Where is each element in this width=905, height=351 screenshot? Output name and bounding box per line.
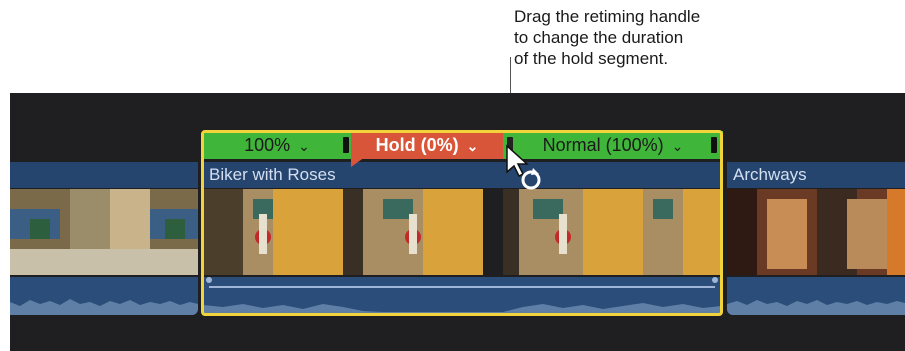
hold-marker-notch (351, 157, 365, 167)
callout-text: Drag the retiming handle to change the d… (514, 6, 774, 69)
main-audio-waveform (203, 277, 721, 315)
retime-cursor-icon (506, 144, 541, 190)
main-clip-title: Biker with Roses (209, 165, 336, 184)
left-clip-filmstrip[interactable] (10, 189, 198, 275)
right-audio-waveform (727, 300, 905, 315)
retime-handle[interactable] (343, 137, 349, 153)
left-clip-thumbnails (10, 189, 198, 275)
chevron-down-icon[interactable]: ⌄ (298, 132, 310, 160)
left-clip-header[interactable] (10, 162, 198, 188)
main-clip-header[interactable]: Biker with Roses (203, 162, 721, 188)
callout-line-2: to change the duration (514, 28, 684, 47)
chevron-down-icon[interactable]: ⌄ (467, 132, 479, 160)
retime-segment-100-label: 100% (244, 135, 291, 155)
right-clip-header[interactable]: Archways (727, 162, 905, 188)
callout-line-3: of the hold segment. (514, 49, 669, 68)
retime-bar[interactable]: 100% ⌄ Hold (0%) ⌄ Normal (100%) ⌄ (203, 131, 723, 159)
right-clip-filmstrip[interactable] (727, 189, 905, 275)
callout-line-1: Drag the retiming handle (514, 7, 701, 26)
retime-segment-hold-label: Hold (0%) (375, 135, 459, 155)
left-clip-audio[interactable] (10, 277, 198, 315)
right-clip-title: Archways (733, 165, 807, 184)
main-clip-audio[interactable] (203, 277, 721, 315)
retime-segment-normal-label: Normal (100%) (542, 135, 664, 155)
retime-handle-end[interactable] (711, 137, 717, 153)
right-clip-audio[interactable] (727, 277, 905, 315)
chevron-down-icon[interactable]: ⌄ (672, 132, 684, 160)
retime-segment-100[interactable]: 100% ⌄ (203, 131, 351, 159)
retime-segment-hold[interactable]: Hold (0%) ⌄ (351, 131, 503, 159)
left-audio-waveform (10, 299, 198, 315)
right-clip-thumbnails (727, 189, 905, 275)
main-clip-filmstrip[interactable] (203, 189, 721, 275)
main-clip-thumbnails (203, 189, 721, 275)
